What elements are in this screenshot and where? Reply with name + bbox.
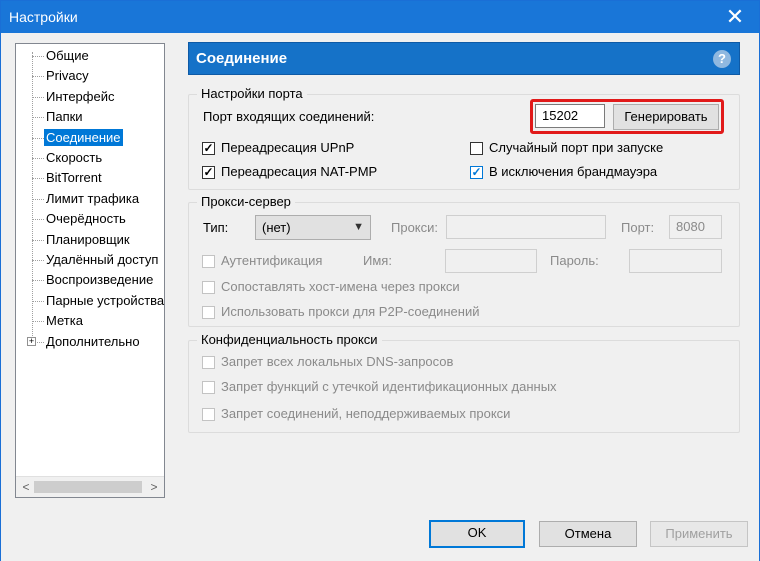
proxy-port-input[interactable]: 8080 [669, 215, 722, 239]
tree-connector [32, 240, 44, 241]
firewall-label: В исключения брандмауэра [489, 164, 658, 179]
proxy-type-select[interactable]: (нет) ▼ [255, 215, 371, 240]
apply-button[interactable]: Применить [650, 521, 748, 547]
section-header: Соединение ? [188, 42, 740, 75]
tree-item[interactable]: Очерёдность [44, 210, 128, 227]
chevron-down-icon: ▼ [353, 221, 364, 233]
tree-connector [32, 301, 44, 302]
unsupported-block-checkbox[interactable] [202, 408, 215, 421]
proxy-type-label: Тип: [203, 220, 229, 235]
random-port-checkbox[interactable] [470, 142, 483, 155]
tree-item[interactable]: Парные устройства [44, 292, 164, 309]
tree-connector [32, 178, 44, 179]
firewall-checkbox[interactable] [470, 166, 483, 179]
auth-label: Аутентификация [221, 253, 323, 268]
port-settings-title: Настройки порта [197, 86, 307, 101]
proxy-title: Прокси-сервер [197, 194, 295, 209]
cancel-button[interactable]: Отмена [539, 521, 637, 547]
natpmp-checkbox[interactable] [202, 166, 215, 179]
tree-connector [32, 321, 44, 322]
p2p-proxy-checkbox[interactable] [202, 306, 215, 319]
proxy-port-label: Порт: [621, 220, 655, 235]
tree-item[interactable]: BitTorrent [44, 169, 104, 186]
dns-block-checkbox[interactable] [202, 356, 215, 369]
tree-connector [32, 219, 44, 220]
ok-button[interactable]: OK [429, 520, 525, 548]
tree-connector [32, 76, 44, 77]
proxy-host-input[interactable] [446, 215, 606, 239]
tree-item[interactable]: Метка [44, 312, 85, 329]
scroll-left-icon[interactable]: < [18, 479, 34, 495]
tree-item[interactable]: Удалённый доступ [44, 251, 160, 268]
tree-items: Общие Privacy Интерфейс Папки Соединение Скор… [16, 44, 164, 476]
username-label: Имя: [363, 253, 392, 268]
expand-icon[interactable]: + [27, 337, 36, 346]
section-title: Соединение [196, 50, 288, 67]
tree-item[interactable]: Соединение [44, 129, 123, 146]
tree-connector [32, 138, 44, 139]
tree-connector [32, 199, 44, 200]
tree-connector [32, 56, 44, 57]
tree-item[interactable]: Privacy [44, 67, 91, 84]
tree-connector-line [32, 52, 33, 342]
tree-item[interactable]: Воспроизведение [44, 271, 155, 288]
dns-block-label: Запрет всех локальных DNS-запросов [221, 354, 454, 369]
p2p-proxy-label: Использовать прокси для P2P-соединений [221, 304, 480, 319]
dialog-button-bar [1, 507, 759, 561]
settings-window: Настройки ✕ Общие Privacy Интерфейс Папки Со… [0, 0, 760, 561]
tree-connector [32, 117, 44, 118]
tree-connector [32, 280, 44, 281]
password-label: Пароль: [550, 253, 599, 268]
tree-connector [32, 158, 44, 159]
password-input[interactable] [629, 249, 722, 273]
scrollbar-thumb[interactable] [34, 481, 142, 493]
leak-block-label: Запрет функций с утечкой идентификационн… [221, 379, 557, 394]
incoming-port-label: Порт входящих соединений: [203, 109, 375, 124]
resolve-hostnames-checkbox[interactable] [202, 281, 215, 294]
port-input[interactable]: 15202 [535, 104, 605, 128]
username-input[interactable] [445, 249, 537, 273]
horizontal-scrollbar[interactable]: < > [16, 476, 164, 497]
natpmp-label: Переадресация NAT-PMP [221, 164, 378, 179]
proxy-privacy-title: Конфиденциальность прокси [197, 332, 382, 347]
tree-connector [32, 260, 44, 261]
random-port-label: Случайный порт при запуске [489, 140, 664, 155]
close-icon[interactable]: ✕ [715, 1, 755, 33]
tree-item[interactable]: Общие [44, 47, 91, 64]
upnp-checkbox[interactable] [202, 142, 215, 155]
tree-item[interactable]: Дополнительно [44, 333, 142, 350]
resolve-hostnames-label: Сопоставлять хост-имена через прокси [221, 279, 460, 294]
upnp-label: Переадресация UPnP [221, 140, 355, 155]
auth-checkbox[interactable] [202, 255, 215, 268]
window-title: Настройки [9, 9, 78, 25]
generate-button[interactable]: Генерировать [613, 104, 719, 130]
tree-connector [32, 97, 44, 98]
tree-item[interactable]: Планировщик [44, 231, 132, 248]
help-icon[interactable]: ? [713, 50, 731, 68]
tree-item[interactable]: Интерфейс [44, 88, 116, 105]
title-bar: Настройки ✕ [1, 1, 759, 33]
tree-item[interactable]: Папки [44, 108, 85, 125]
proxy-host-label: Прокси: [391, 220, 439, 235]
scroll-right-icon[interactable]: > [146, 479, 162, 495]
settings-tree: Общие Privacy Интерфейс Папки Соединение Скор… [15, 43, 165, 498]
tree-item[interactable]: Скорость [44, 149, 104, 166]
tree-item[interactable]: Лимит трафика [44, 190, 141, 207]
unsupported-block-label: Запрет соединений, неподдерживаемых прок… [221, 406, 511, 421]
leak-block-checkbox[interactable] [202, 381, 215, 394]
proxy-type-value: (нет) [262, 220, 291, 235]
